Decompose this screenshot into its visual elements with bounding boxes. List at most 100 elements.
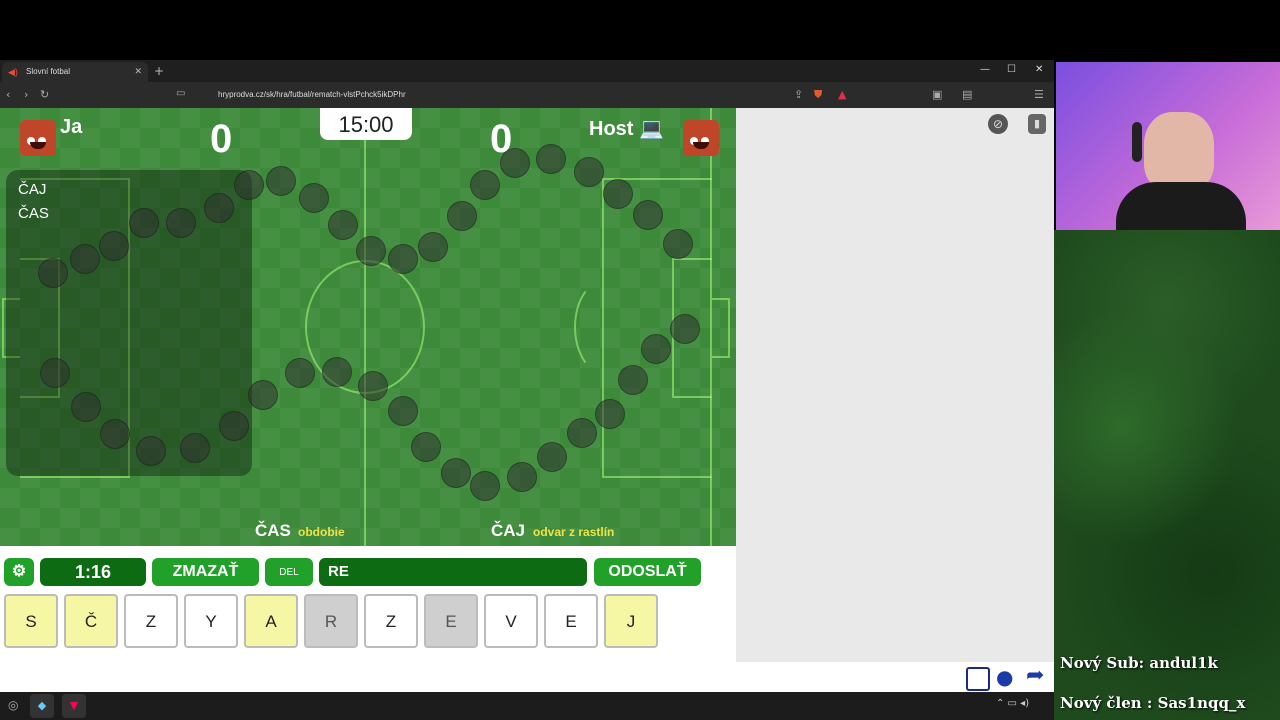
ball-path-dot: [180, 433, 210, 463]
letter-tile[interactable]: A: [244, 594, 298, 648]
ball-path-dot: [166, 208, 196, 238]
browser-tab[interactable]: ◀) Slovní fotbal ✕: [2, 62, 148, 82]
panel-toggle-icon[interactable]: ▮: [1028, 114, 1046, 134]
ball-path-dot: [40, 358, 70, 388]
ball-path-dot: [447, 201, 477, 231]
ball-path-dot: [204, 193, 234, 223]
reload-icon[interactable]: ↻: [40, 88, 49, 101]
right-penalty-arc: [574, 280, 634, 374]
last-word-left: ČAS: [255, 521, 291, 540]
ball-path-dot: [38, 258, 68, 288]
send-button[interactable]: ODOSLAŤ: [594, 558, 701, 586]
share-icon[interactable]: ⇪: [794, 88, 803, 101]
last-word-left-meaning: obdobie: [298, 525, 345, 539]
ball-path-dot: [536, 144, 566, 174]
letter-tile[interactable]: E: [544, 594, 598, 648]
letter-tile[interactable]: V: [484, 594, 538, 648]
ball-path-dot: [100, 419, 130, 449]
player-left-avatar: [20, 120, 56, 156]
ball-path-dot: [507, 462, 537, 492]
delete-button[interactable]: DEL: [265, 558, 313, 586]
streamer-face: [1144, 112, 1214, 192]
ball-path-dot: [99, 231, 129, 261]
letter-tile[interactable]: E: [424, 594, 478, 648]
tab-title: Slovní fotbal: [26, 67, 71, 76]
ball-path-dot: [470, 170, 500, 200]
letter-tile[interactable]: R: [304, 594, 358, 648]
word-input[interactable]: RE: [319, 558, 587, 586]
note-icon[interactable]: [966, 667, 990, 691]
ball-path-dot: [248, 380, 278, 410]
letter-tile[interactable]: Z: [364, 594, 418, 648]
hide-eye-icon[interactable]: ⊘: [988, 114, 1008, 134]
ball-path-dot: [470, 471, 500, 501]
bookmark-icon[interactable]: ▭: [176, 88, 185, 99]
gear-icon: ⚙: [11, 563, 27, 580]
new-sub-alert: Nový Sub: andul1k: [1060, 654, 1218, 672]
tray-icons[interactable]: ⌃ ▭ ◂): [996, 698, 1029, 709]
wallet-icon[interactable]: ▤: [962, 88, 972, 101]
ball-path-dot: [322, 357, 352, 387]
steam-icon[interactable]: ◆: [30, 694, 54, 718]
ball-path-dot: [441, 458, 471, 488]
maximize-icon[interactable]: ☐: [1007, 64, 1016, 75]
ball-path-dot: [71, 392, 101, 422]
start-icon[interactable]: ◎: [8, 698, 18, 712]
ball-path-dot: [129, 208, 159, 238]
letter-tile[interactable]: Č: [64, 594, 118, 648]
letter-tile[interactable]: Y: [184, 594, 238, 648]
chat-icon[interactable]: ●: [996, 667, 1013, 687]
last-word-right-meaning: odvar z rastlín: [533, 525, 615, 539]
webcam-feed: [1056, 62, 1280, 230]
close-window-icon[interactable]: ✕: [1035, 64, 1043, 75]
player-right-name: Host 💻: [589, 118, 664, 140]
ball-path-dot: [670, 314, 700, 344]
ball-path-dot: [388, 244, 418, 274]
forward-icon[interactable]: ›: [24, 88, 28, 101]
ball-path-dot: [411, 432, 441, 462]
ball-path-dot: [328, 210, 358, 240]
url-field[interactable]: hryprodva.cz/sk/hra/futbal/rematch-vlstP…: [196, 87, 818, 103]
ball-path-dot: [641, 334, 671, 364]
sidebar-icon[interactable]: ▣: [932, 88, 942, 101]
turn-timer: 1:16: [40, 558, 146, 586]
ball-path-dot: [603, 179, 633, 209]
ball-path-dot: [418, 232, 448, 262]
ball-path-dot: [663, 229, 693, 259]
clear-button[interactable]: ZMAZAŤ: [152, 558, 259, 586]
letter-tile[interactable]: Z: [124, 594, 178, 648]
ball-path-dot: [285, 358, 315, 388]
right-goal: [712, 298, 730, 358]
ball-path-dot: [574, 157, 604, 187]
game-timer: 15:00: [320, 108, 412, 140]
ball-path-dot: [388, 396, 418, 426]
player-left-score: 0: [210, 117, 233, 161]
ball-path-dot: [136, 436, 166, 466]
ball-path-dot: [537, 442, 567, 472]
speaker-icon: ◀): [8, 67, 18, 77]
ball-path-dot: [299, 183, 329, 213]
minimize-icon[interactable]: —: [980, 64, 990, 75]
last-word-right: ČAJ: [491, 521, 526, 540]
rewards-icon[interactable]: ▲: [838, 88, 846, 101]
new-member-alert: Nový člen : Sas1nqq_x: [1060, 694, 1246, 712]
new-tab-icon[interactable]: +: [154, 64, 164, 78]
back-icon[interactable]: ‹: [6, 88, 10, 101]
menu-icon[interactable]: ☰: [1034, 88, 1044, 101]
player-right-score: 0: [490, 117, 513, 161]
share-arrow-icon[interactable]: ➦: [1026, 665, 1044, 687]
taskbar: ◎ ◆ ▼ ⌃ ▭ ◂): [0, 692, 1054, 720]
player-left-name: Ja: [60, 116, 83, 138]
settings-button[interactable]: ⚙: [4, 558, 34, 586]
letter-tile[interactable]: J: [604, 594, 658, 648]
brave-shield-icon[interactable]: ⛊: [814, 88, 822, 102]
letter-tile[interactable]: S: [4, 594, 58, 648]
brave-browser-icon[interactable]: ▼: [62, 694, 86, 718]
player-right-avatar: [683, 120, 719, 156]
ball-path-dot: [595, 399, 625, 429]
close-tab-icon[interactable]: ✕: [134, 66, 142, 77]
ball-path-dot: [356, 236, 386, 266]
side-panel: [736, 108, 1054, 692]
ball-path-dot: [234, 170, 264, 200]
history-word: ČAS: [18, 205, 49, 222]
